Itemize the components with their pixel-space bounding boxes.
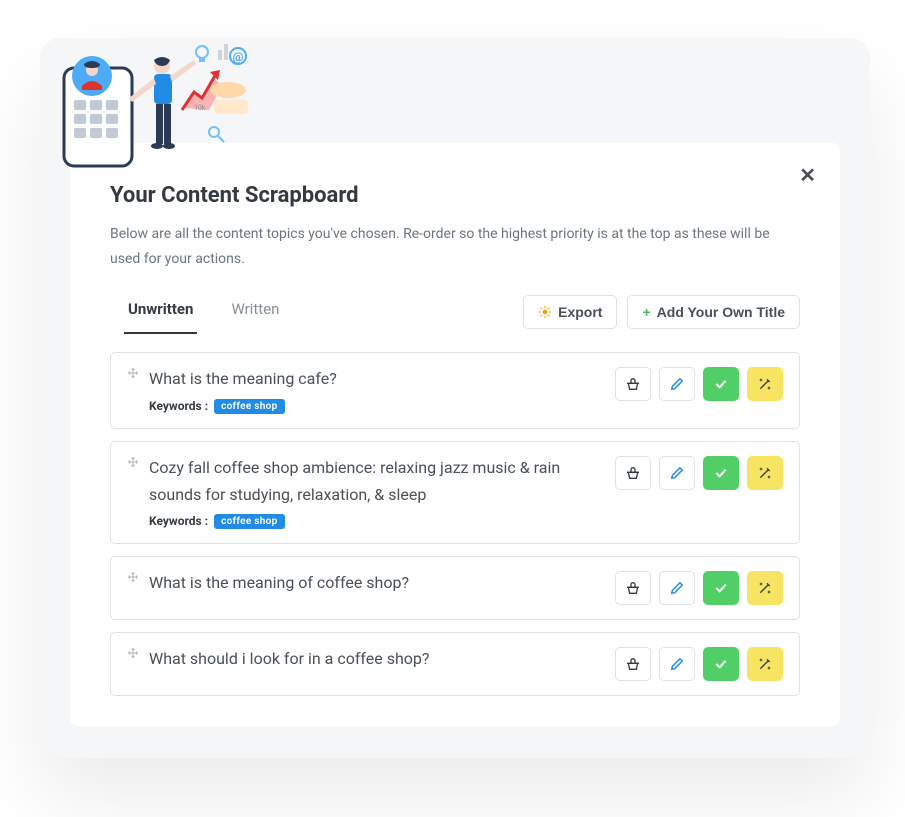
edit-button[interactable] (659, 647, 695, 681)
wand-icon (757, 656, 773, 672)
toolbar: Unwritten Written Export + Add Your Own … (110, 290, 800, 334)
scrapboard-modal: ✕ Your Content Scrapboard Below are all … (70, 143, 840, 726)
item-actions (615, 645, 783, 681)
edit-button[interactable] (659, 456, 695, 490)
topic-title: What is the meaning of coffee shop? (149, 569, 605, 596)
basket-button[interactable] (615, 647, 651, 681)
check-icon (713, 465, 729, 481)
svg-text:@: @ (233, 50, 244, 64)
drag-handle-icon[interactable] (127, 571, 139, 583)
wand-icon (757, 465, 773, 481)
pencil-icon (670, 377, 684, 391)
item-body: What is the meaning cafe? Keywords : coffe… (149, 365, 615, 413)
edit-button[interactable] (659, 571, 695, 605)
basket-button[interactable] (615, 456, 651, 490)
export-button[interactable]: Export (523, 295, 617, 329)
approve-button[interactable] (703, 456, 739, 490)
item-actions (615, 454, 783, 490)
topic-title: What should i look for in a coffee shop? (149, 645, 605, 672)
item-actions (615, 365, 783, 401)
check-icon (713, 580, 729, 596)
check-icon (713, 376, 729, 392)
modal-title: Your Content Scrapboard (110, 183, 800, 208)
topic-list: What is the meaning cafe? Keywords : coffe… (110, 352, 800, 696)
app-background: @ 10k ✕ Your Content Scrapboard Below ar… (40, 38, 870, 758)
item-body: Cozy fall coffee shop ambience: relaxing… (149, 454, 615, 529)
basket-button[interactable] (615, 367, 651, 401)
item-actions (615, 569, 783, 605)
basket-icon (625, 465, 641, 481)
wand-icon (757, 376, 773, 392)
item-body: What should i look for in a coffee shop? (149, 645, 615, 672)
pencil-icon (670, 657, 684, 671)
edit-button[interactable] (659, 367, 695, 401)
keyword-tag[interactable]: coffee shop (214, 514, 284, 529)
keywords-row: Keywords : coffee shop (149, 514, 605, 529)
svg-text:10k: 10k (194, 104, 206, 112)
basket-icon (625, 656, 641, 672)
modal-description: Below are all the content topics you've … (110, 222, 800, 272)
topic-item: What is the meaning cafe? Keywords : coffe… (110, 352, 800, 428)
basket-button[interactable] (615, 571, 651, 605)
tab-written[interactable]: Written (227, 290, 283, 334)
keyword-tag[interactable]: coffee shop (214, 399, 284, 414)
drag-handle-icon[interactable] (127, 456, 139, 468)
add-title-button[interactable]: + Add Your Own Title (627, 295, 800, 329)
pencil-icon (670, 466, 684, 480)
topic-item: What should i look for in a coffee shop? (110, 632, 800, 696)
approve-button[interactable] (703, 647, 739, 681)
plus-icon: + (642, 304, 650, 320)
close-icon[interactable]: ✕ (799, 163, 816, 187)
wand-icon (757, 580, 773, 596)
basket-icon (625, 580, 641, 596)
item-body: What is the meaning of coffee shop? (149, 569, 615, 596)
topic-item: Cozy fall coffee shop ambience: relaxing… (110, 441, 800, 544)
topic-item: What is the meaning of coffee shop? (110, 556, 800, 620)
magic-button[interactable] (747, 456, 783, 490)
drag-handle-icon[interactable] (127, 647, 139, 659)
keywords-label: Keywords : (149, 514, 208, 528)
sun-icon (538, 305, 552, 319)
keywords-label: Keywords : (149, 399, 208, 413)
approve-button[interactable] (703, 367, 739, 401)
check-icon (713, 656, 729, 672)
tabs: Unwritten Written (110, 290, 283, 334)
add-title-label: Add Your Own Title (657, 304, 785, 320)
drag-handle-icon[interactable] (127, 367, 139, 379)
basket-icon (625, 376, 641, 392)
magic-button[interactable] (747, 571, 783, 605)
topic-title: What is the meaning cafe? (149, 365, 605, 392)
magic-button[interactable] (747, 647, 783, 681)
toolbar-actions: Export + Add Your Own Title (523, 295, 800, 329)
pencil-icon (670, 581, 684, 595)
keywords-row: Keywords : coffee shop (149, 399, 605, 414)
topic-title: Cozy fall coffee shop ambience: relaxing… (149, 454, 605, 508)
export-label: Export (558, 304, 602, 320)
approve-button[interactable] (703, 571, 739, 605)
tab-unwritten[interactable]: Unwritten (124, 290, 197, 334)
magic-button[interactable] (747, 367, 783, 401)
